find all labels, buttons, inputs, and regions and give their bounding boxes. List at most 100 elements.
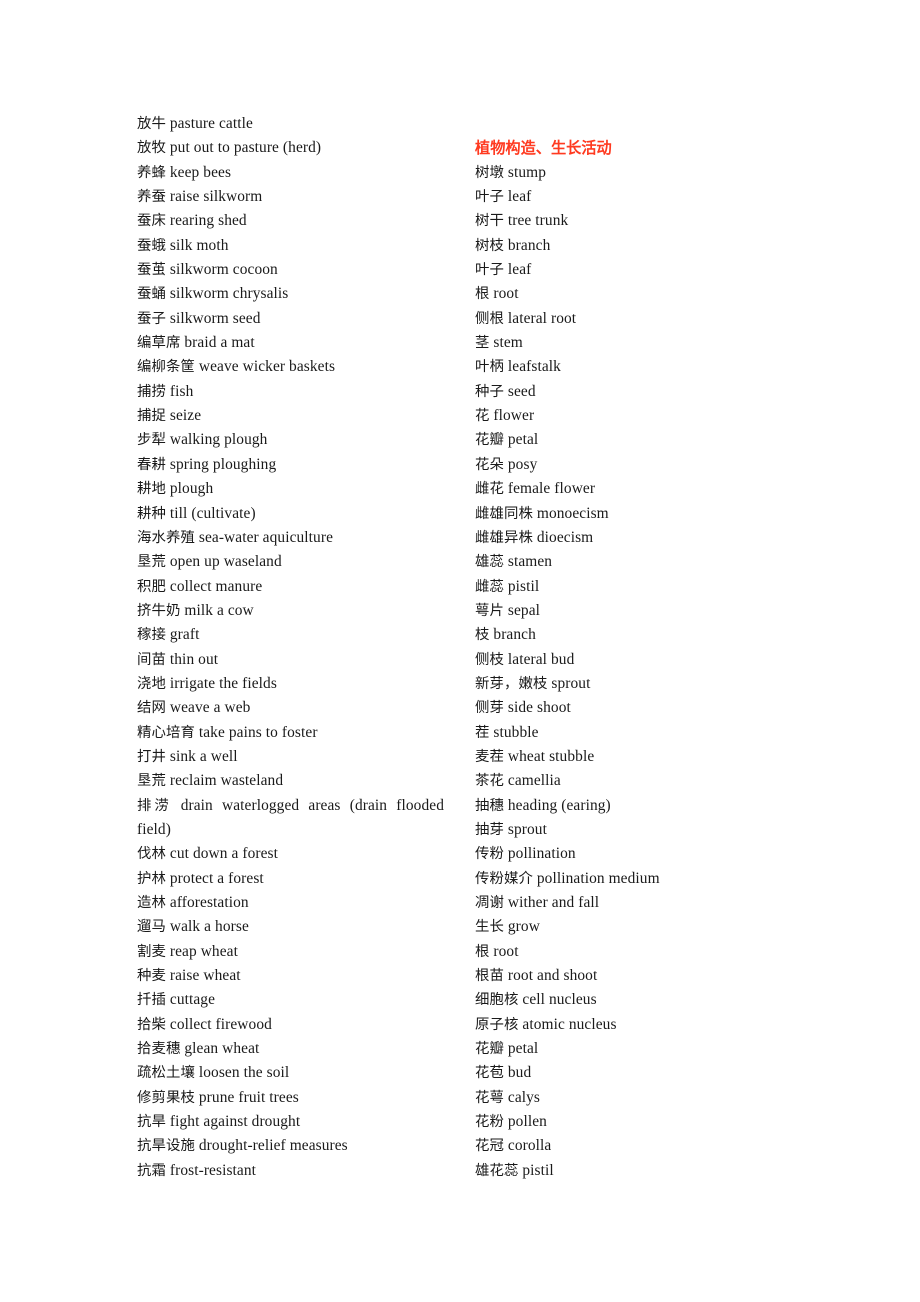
glossary-entry: 精心培育 take pains to foster: [137, 721, 444, 745]
glossary-entry: 春耕 spring ploughing: [137, 453, 444, 477]
entry-gloss-en: frost-resistant: [169, 1161, 257, 1179]
entry-gloss-en: raise silkworm: [169, 188, 263, 206]
glossary-entry: 抽穗 heading (earing): [475, 794, 783, 818]
entry-gloss-en: stump: [507, 163, 547, 181]
glossary-entry: 伐林 cut down a forest: [137, 842, 444, 866]
entry-term-zh: 抗霜: [137, 1162, 166, 1179]
entry-term-zh: 侧芽: [475, 700, 504, 717]
glossary-entry: 侧枝 lateral bud: [475, 648, 783, 672]
glossary-entry: 护林 protect a forest: [137, 867, 444, 891]
entry-term-zh: 精心培育: [137, 724, 195, 741]
entry-gloss-en: leafstalk: [507, 358, 561, 376]
entry-gloss-en: spring ploughing: [169, 455, 277, 473]
glossary-entry: 垦荒 open up waseland: [137, 550, 444, 574]
entry-term-zh: 抽穗: [475, 797, 504, 814]
entry-gloss-en: seed: [507, 382, 536, 400]
entry-term-zh: 抗旱: [137, 1114, 166, 1131]
entry-gloss-en: drain waterlogged areas (drain flooded f…: [137, 796, 444, 838]
entry-term-zh: 花: [475, 408, 490, 425]
entry-gloss-en: root and shoot: [507, 967, 598, 985]
entry-gloss-en: female flower: [507, 480, 596, 498]
glossary-entry: 茶花 camellia: [475, 769, 783, 793]
entry-term-zh: 伐林: [137, 846, 166, 863]
entry-gloss-en: flower: [493, 407, 535, 425]
entry-term-zh: 挤牛奶: [137, 602, 181, 619]
entry-term-zh: 蚕蛹: [137, 286, 166, 303]
entry-term-zh: 拾柴: [137, 1016, 166, 1033]
entry-term-zh: 雌花: [475, 481, 504, 498]
entry-gloss-en: pistil: [507, 577, 540, 595]
entry-gloss-en: irrigate the fields: [169, 674, 277, 692]
entry-term-zh: 侧根: [475, 310, 504, 327]
entry-gloss-en: glean wheat: [184, 1040, 260, 1058]
glossary-entry: 凋谢 wither and fall: [475, 891, 783, 915]
entry-term-zh: 抽芽: [475, 821, 504, 838]
glossary-entry: 花朵 posy: [475, 453, 783, 477]
entry-term-zh: 雄蕊: [475, 554, 504, 571]
glossary-entry: 捕捉 seize: [137, 404, 444, 428]
document-page: 放牛 pasture cattle 放牧 put out to pasture (…: [0, 0, 920, 1302]
glossary-entry: 修剪果枝 prune fruit trees: [137, 1086, 444, 1110]
entry-term-zh: 遛马: [137, 919, 166, 936]
entry-gloss-en: root: [493, 285, 519, 303]
glossary-entry: 茎 stem: [475, 331, 783, 355]
entry-term-zh: 造林: [137, 895, 166, 911]
entry-term-zh: 结网: [137, 700, 166, 717]
entry-term-zh: 春耕: [137, 456, 166, 473]
entry-gloss-en: stamen: [507, 553, 553, 571]
entry-term-zh: 编柳条筐: [137, 359, 195, 376]
glossary-entry: 蚕蛾 silk moth: [137, 234, 444, 258]
entry-term-zh: 割麦: [137, 943, 166, 960]
entry-term-zh: 排涝: [137, 797, 172, 814]
entry-term-zh: 养蚕: [137, 189, 166, 206]
entry-term-zh: 海水养殖: [137, 529, 195, 546]
entry-term-zh: 花瓣: [475, 432, 504, 449]
entry-term-zh: 捕捉: [137, 408, 166, 425]
entry-gloss-en: collect manure: [169, 577, 263, 595]
entry-gloss-en: corolla: [507, 1137, 552, 1155]
entry-gloss-en: dioecism: [536, 528, 594, 546]
glossary-entry: 根 root: [475, 282, 783, 306]
entry-term-zh: 细胞核: [475, 992, 519, 1009]
glossary-entry: 抽芽 sprout: [475, 818, 783, 842]
entry-gloss-en: take pains to foster: [198, 723, 318, 741]
entry-term-zh: 传粉: [475, 846, 504, 863]
entry-gloss-en: stem: [493, 334, 523, 352]
glossary-entry: 挤牛奶 milk a cow: [137, 599, 444, 623]
glossary-entry: 编柳条筐 weave wicker baskets: [137, 355, 444, 379]
entry-gloss-en: calys: [507, 1088, 541, 1106]
entry-term-zh: 花瓣: [475, 1041, 504, 1058]
entry-term-zh: 扦插: [137, 992, 166, 1009]
entry-gloss-en: reap wheat: [169, 942, 238, 960]
glossary-entry: 雌蕊 pistil: [475, 575, 783, 599]
entry-term-zh: 修剪果枝: [137, 1089, 195, 1106]
glossary-entry: 养蜂 keep bees: [137, 161, 444, 185]
glossary-entry: 叶子 leaf: [475, 258, 783, 282]
entry-term-zh: 浇地: [137, 675, 166, 692]
glossary-entry: 捕捞 fish: [137, 380, 444, 404]
entry-term-zh: 根苗: [475, 968, 504, 985]
right-column: 植物构造、生长活动 树墩 stump 叶子 leaf 树干 tree trunk 树枝…: [475, 112, 783, 1183]
left-column-entry-list: 放牛 pasture cattle 放牧 put out to pasture (…: [137, 112, 444, 1183]
entry-gloss-en: keep bees: [169, 163, 232, 181]
glossary-entry: 树枝 branch: [475, 234, 783, 258]
section-heading-plant-structure: 植物构造、生长活动: [475, 139, 612, 158]
entry-term-zh: 根: [475, 286, 490, 303]
entry-term-zh: 花萼: [475, 1089, 504, 1106]
glossary-entry: 结网 weave a web: [137, 696, 444, 720]
entry-gloss-en: walk a horse: [169, 918, 249, 936]
entry-term-zh: 新芽，嫩枝: [475, 675, 548, 692]
glossary-entry: 根 root: [475, 940, 783, 964]
entry-gloss-en: thin out: [169, 650, 219, 668]
entry-gloss-en: graft: [169, 626, 200, 644]
glossary-entry: 传粉 pollination: [475, 842, 783, 866]
glossary-entry: 割麦 reap wheat: [137, 940, 444, 964]
glossary-entry: 叶柄 leafstalk: [475, 355, 783, 379]
glossary-entry: 种子 seed: [475, 380, 783, 404]
entry-term-zh: 传粉媒介: [475, 870, 533, 887]
entry-term-zh: 耕地: [137, 481, 166, 498]
glossary-entry: 蚕床 rearing shed: [137, 209, 444, 233]
entry-term-zh: 积肥: [137, 578, 166, 595]
entry-gloss-en: raise wheat: [169, 967, 241, 985]
entry-gloss-en: plough: [169, 480, 214, 498]
